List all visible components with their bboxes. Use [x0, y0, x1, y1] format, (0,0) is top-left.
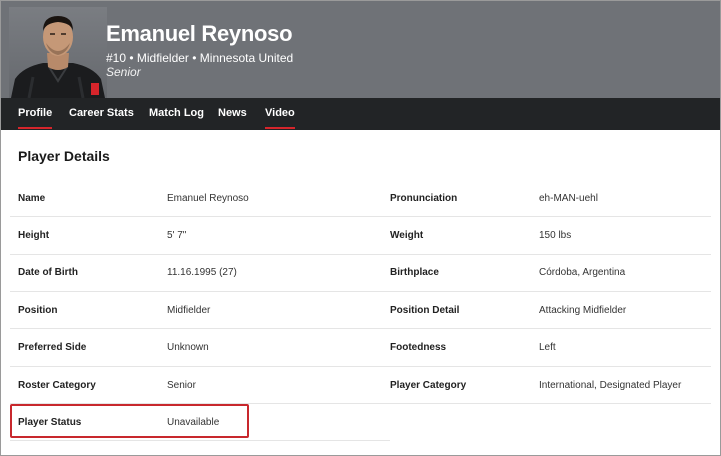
detail-label: Roster Category	[18, 380, 96, 391]
player-class: Senior	[106, 65, 141, 79]
detail-label: Position Detail	[390, 305, 460, 316]
player-status-highlight	[10, 404, 249, 438]
detail-value: 5' 7"	[167, 230, 187, 241]
detail-value: Córdoba, Argentina	[539, 267, 626, 278]
row-divider	[382, 216, 711, 217]
tab-news[interactable]: News	[218, 98, 247, 130]
detail-label: Height	[18, 230, 50, 241]
row-divider	[10, 328, 390, 329]
row-divider	[10, 254, 390, 255]
tab-career-stats[interactable]: Career Stats	[69, 98, 134, 130]
detail-value: Midfielder	[167, 305, 211, 316]
detail-value: Unknown	[167, 342, 209, 353]
detail-value: Attacking Midfielder	[539, 305, 627, 316]
row-divider	[382, 366, 711, 367]
profile-nav: Profile Career Stats Match Log News Vide…	[1, 98, 720, 130]
player-meta: #10 • Midfielder • Minnesota United	[106, 51, 294, 65]
detail-label: Position	[18, 305, 58, 316]
tab-label: Profile	[18, 107, 53, 119]
detail-label: Birthplace	[390, 267, 439, 278]
detail-label: Date of Birth	[18, 267, 78, 278]
row-divider	[382, 403, 711, 404]
section-title: Player Details	[18, 148, 110, 164]
tab-video[interactable]: Video	[265, 98, 295, 130]
detail-value: Emanuel Reynoso	[167, 193, 249, 204]
detail-value: Senior	[167, 380, 196, 391]
detail-value: eh-MAN-uehl	[539, 193, 598, 204]
row-divider	[382, 254, 711, 255]
detail-value: 150 lbs	[539, 230, 572, 241]
row-divider	[10, 366, 390, 367]
tab-match-log[interactable]: Match Log	[149, 98, 204, 130]
player-header: Emanuel Reynoso #10 • Midfielder • Minne…	[1, 1, 720, 98]
detail-label: Name	[18, 193, 46, 204]
tab-label: Video	[265, 107, 295, 119]
tab-label: Career Stats	[69, 107, 134, 119]
tab-label: News	[218, 107, 247, 119]
row-divider	[382, 291, 711, 292]
row-divider	[10, 216, 390, 217]
tab-hover-indicator	[265, 127, 295, 129]
player-name: Emanuel Reynoso	[106, 21, 293, 46]
detail-label: Player Category	[390, 380, 467, 391]
detail-value: International, Designated Player	[539, 380, 682, 391]
detail-label: Preferred Side	[18, 342, 87, 353]
row-divider	[10, 440, 390, 441]
row-divider	[382, 328, 711, 329]
row-divider	[10, 291, 390, 292]
detail-value: Left	[539, 342, 556, 353]
tab-profile[interactable]: Profile	[18, 98, 53, 130]
tab-label: Match Log	[149, 107, 204, 119]
player-photo	[9, 7, 107, 98]
active-tab-indicator	[18, 127, 53, 129]
detail-label: Weight	[390, 230, 424, 241]
detail-value: 11.16.1995 (27)	[167, 267, 237, 278]
detail-label: Pronunciation	[390, 193, 458, 204]
detail-label: Footedness	[390, 342, 447, 353]
